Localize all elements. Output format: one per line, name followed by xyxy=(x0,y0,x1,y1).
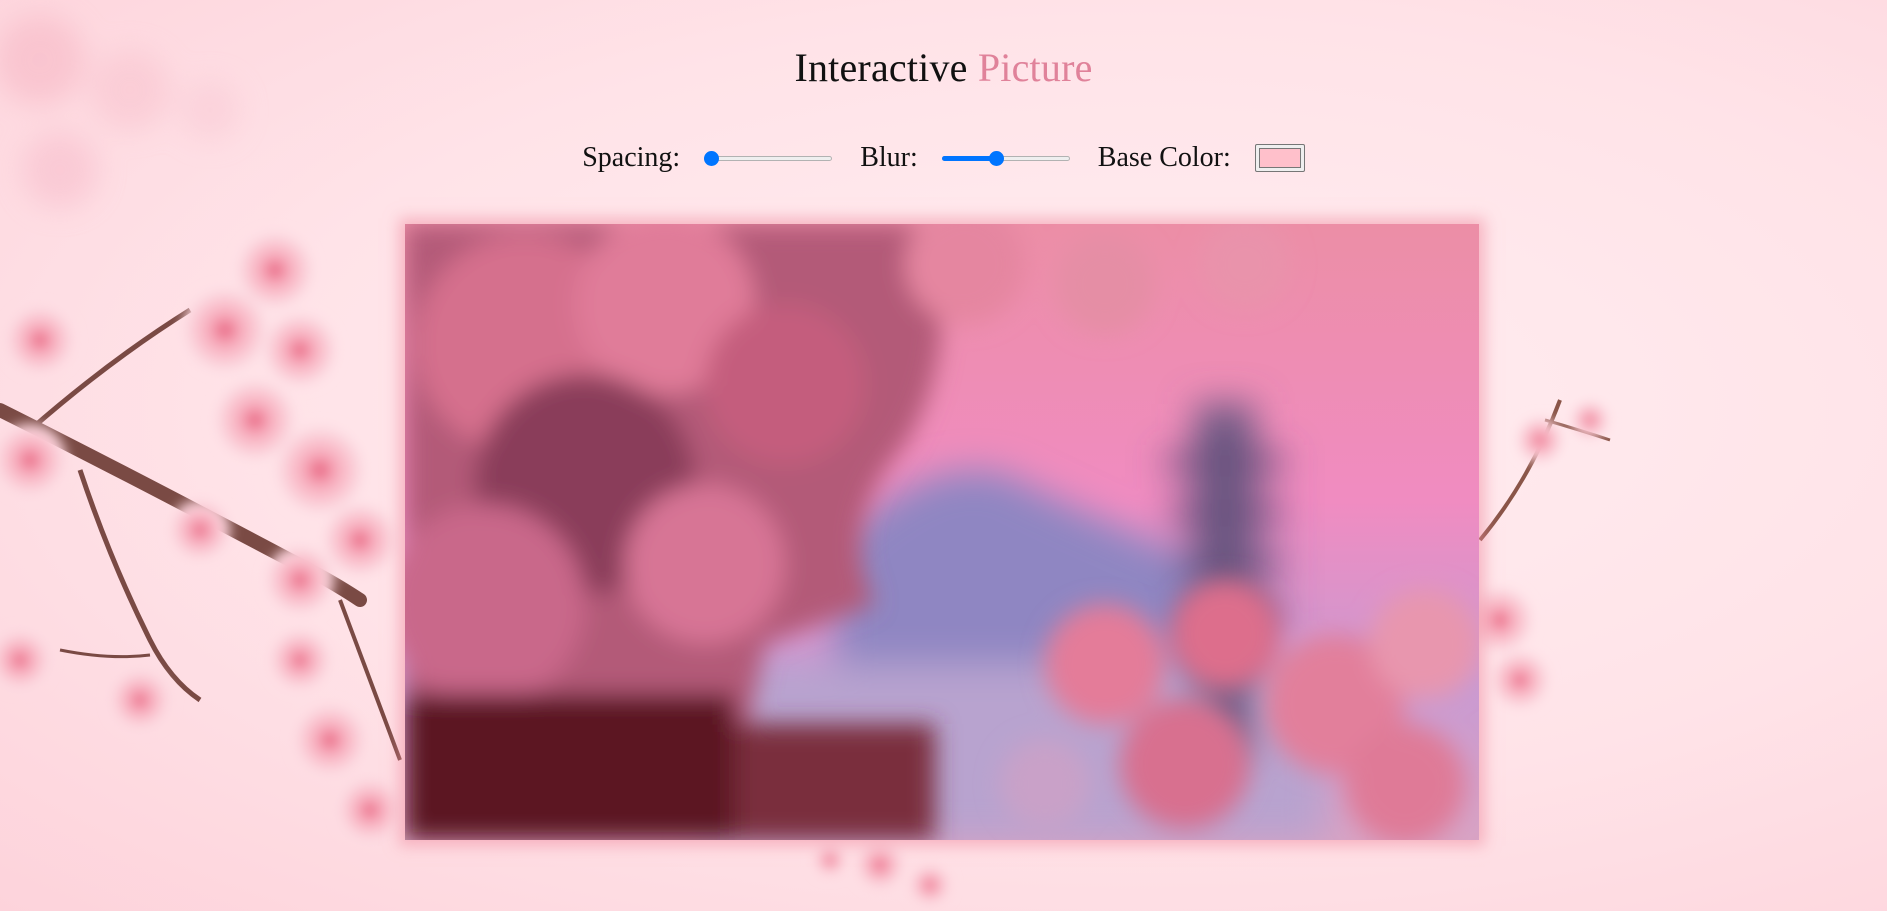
base-color-swatch xyxy=(1258,148,1301,168)
spacing-label: Spacing: xyxy=(582,142,681,173)
controls-bar: Spacing: Blur: Base Color: xyxy=(0,142,1887,174)
blur-slider-fill xyxy=(941,156,996,161)
spacing-slider-thumb[interactable] xyxy=(704,151,720,166)
blur-label: Blur: xyxy=(860,142,918,173)
title-accent: Picture xyxy=(977,45,1093,90)
blur-slider[interactable] xyxy=(941,148,1070,168)
interactive-picture[interactable] xyxy=(405,224,1479,840)
spacing-slider-track xyxy=(704,156,833,161)
base-color-picker[interactable] xyxy=(1254,144,1305,172)
blur-slider-thumb[interactable] xyxy=(988,151,1004,166)
base-color-label: Base Color: xyxy=(1097,142,1231,173)
page-title: Interactive Picture xyxy=(0,44,1887,91)
picture-image xyxy=(405,224,1479,840)
title-main: Interactive xyxy=(794,45,968,90)
spacing-slider[interactable] xyxy=(704,148,833,168)
